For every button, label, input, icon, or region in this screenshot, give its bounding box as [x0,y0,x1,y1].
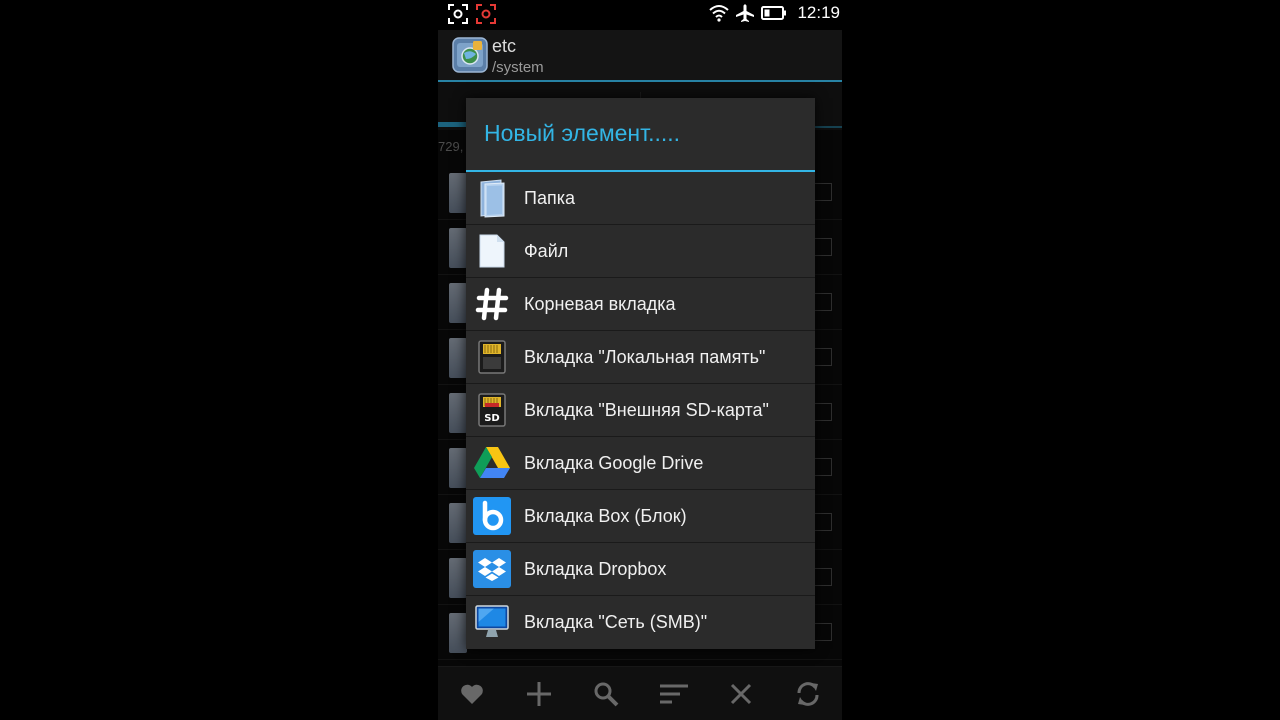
status-bar: 12:19 [438,0,842,30]
menu-item-external-sd-tab[interactable]: SD Вкладка "Внешняя SD-карта" [466,384,815,437]
action-bar: etc /system [438,30,842,80]
battery-icon [761,6,787,20]
screenshot-icon [448,4,468,24]
sd-card-icon [478,340,506,374]
dialog-menu: Папка Файл Корневая вкладка Вкладка "Лок… [466,172,815,648]
menu-item-label: Вкладка Dropbox [524,558,667,579]
menu-item-label: Папка [524,187,575,208]
hash-icon [475,287,509,321]
menu-item-local-storage-tab[interactable]: Вкладка "Локальная память" [466,331,815,384]
menu-item-label: Файл [524,240,569,261]
new-element-dialog: Новый элемент..... Папка Файл Корневая в… [466,98,815,649]
menu-item-label: Вкладка Box (Блок) [524,505,687,526]
menu-item-label: Корневая вкладка [524,293,676,314]
dialog-title: Новый элемент..... [484,120,681,146]
menu-item-root-tab[interactable]: Корневая вкладка [466,278,815,331]
menu-item-label: Вкладка "Сеть (SMB)" [524,611,708,632]
menu-item-label: Вкладка "Внешняя SD-карта" [524,399,769,420]
wifi-icon [709,5,730,22]
external-sd-icon: SD [478,393,506,427]
svg-text:SD: SD [484,413,500,424]
menu-item-box-tab[interactable]: Вкладка Box (Блок) [466,490,815,543]
dropbox-icon [473,550,511,588]
menu-item-dropbox-tab[interactable]: Вкладка Dropbox [466,543,815,596]
screen-record-icon [476,4,496,24]
folder-icon [480,179,505,218]
app-icon[interactable] [452,37,488,73]
menu-item-network-smb-tab[interactable]: Вкладка "Сеть (SMB)" [466,596,815,648]
menu-item-label: Вкладка "Локальная память" [524,346,766,367]
folder-path: /system [492,59,544,76]
menu-item-google-drive-tab[interactable]: Вкладка Google Drive [466,437,815,490]
airplane-mode-icon [736,4,755,22]
clock: 12:19 [797,3,840,22]
google-drive-icon [474,447,510,478]
folder-title: etc [492,36,517,56]
menu-item-file[interactable]: Файл [466,225,815,278]
phone-screen: 12:19 etc /system 729, Новый элемент....… [438,0,842,720]
network-monitor-icon [475,605,509,637]
menu-item-label: Вкладка Google Drive [524,452,704,473]
menu-item-folder[interactable]: Папка [466,172,815,225]
box-icon [473,497,511,535]
file-icon [479,234,505,268]
